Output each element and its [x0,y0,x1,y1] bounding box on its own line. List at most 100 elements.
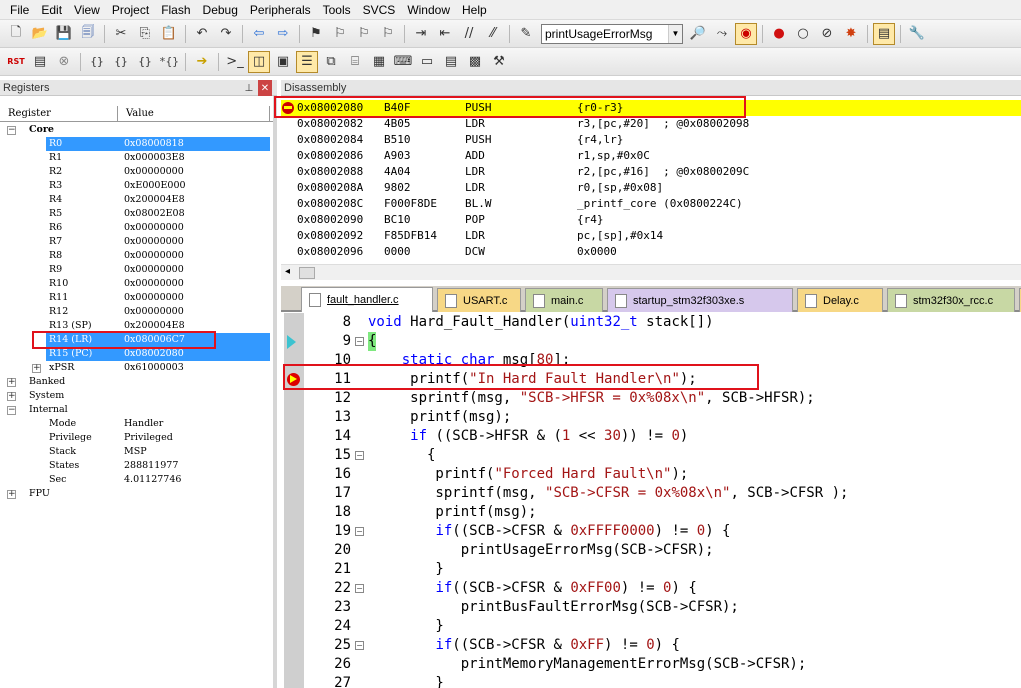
breakpoint-disable-icon[interactable]: ○ [792,23,814,45]
fold-toggle-icon[interactable]: − [355,641,364,650]
registers-window-icon[interactable]: ☰ [296,50,318,73]
expand-icon[interactable]: + [32,364,41,373]
disassembly-hscrollbar[interactable]: ◂ [281,264,1021,280]
code-line[interactable]: 16 printf("Forced Hard Fault\n"); [281,465,1021,484]
stop-icon[interactable]: ⊗ [53,51,75,73]
collapse-icon[interactable]: − [7,406,16,415]
paste-icon[interactable]: 📋 [158,23,180,45]
register-value[interactable]: 0x08002080 [124,347,184,361]
register-value[interactable]: 0x00000000 [124,221,184,235]
register-value[interactable]: 0x000003E8 [124,151,185,165]
show-next-statement-icon[interactable]: ➔ [191,51,213,73]
register-value[interactable]: 0x00000000 [124,249,184,263]
editor-tab[interactable]: fault_handler.c [301,287,433,312]
disassembly-row[interactable]: 0x08002084 B510 PUSH {r4,lr} [281,132,1021,148]
register-row[interactable]: Mode Handler [0,417,273,431]
debug-session-icon[interactable]: ◉ [735,22,757,45]
code-line[interactable]: 23 printBusFaultErrorMsg(SCB->CFSR); [281,598,1021,617]
cut-icon[interactable]: ✂ [110,23,132,45]
register-value[interactable]: Privileged [124,431,173,445]
find-icon[interactable]: 🔎 [687,23,709,45]
code-line[interactable]: 20 printUsageErrorMsg(SCB->CFSR); [281,541,1021,560]
save-icon[interactable]: 💾 [53,23,75,45]
watch-window-icon[interactable]: ⌸ [344,51,366,73]
register-value[interactable]: 0x00000000 [124,277,184,291]
disassembly-row[interactable]: 0x0800208A 9802 LDR r0,[sp,#0x08] [281,180,1021,196]
code-line[interactable]: 21 } [281,560,1021,579]
nav-forward-icon[interactable]: ⇨ [272,23,294,45]
editor-tab[interactable]: USART.c [437,288,521,312]
step-in-icon[interactable]: {} [86,51,108,73]
code-line[interactable]: 8 void Hard_Fault_Handler(uint32_t stack[… [281,313,1021,332]
register-row[interactable]: R3 0xE000E000 [0,179,273,193]
code-line[interactable]: 17 sprintf(msg, "SCB->CFSR = 0x%08x\n", … [281,484,1021,503]
disassembly-window-icon[interactable]: ◫ [248,50,270,73]
register-row[interactable]: R10 0x00000000 [0,277,273,291]
menu-help[interactable]: Help [456,0,493,20]
editor-tab[interactable]: startup_stm32f303xe.s [607,288,793,312]
fold-toggle-icon[interactable]: − [355,337,364,346]
code-line[interactable]: 11 printf("In Hard Fault Handler\n"); [281,370,1021,389]
register-row[interactable]: R12 0x00000000 [0,305,273,319]
value-column-header[interactable]: Value [118,106,270,121]
register-row[interactable]: R0 0x08000818 [0,137,273,151]
register-value[interactable]: 0x00000000 [124,235,184,249]
nav-back-icon[interactable]: ⇦ [248,23,270,45]
register-value[interactable]: 0x00000000 [124,263,184,277]
register-row[interactable]: R15 (PC) 0x08002080 [0,347,273,361]
register-value[interactable]: 0xE000E000 [124,179,186,193]
serial-window-icon[interactable]: ⌨ [392,51,414,73]
register-row[interactable]: R7 0x00000000 [0,235,273,249]
register-value[interactable]: 0x00000000 [124,305,184,319]
comment-icon[interactable]: // [458,23,480,45]
disassembly-row[interactable]: 0x08002090 BC10 POP {r4} [281,212,1021,228]
code-line[interactable]: 9−{ [281,332,1021,351]
scroll-left-icon[interactable]: ◂ [285,266,290,277]
register-value[interactable]: 0x080006C7 [124,333,185,347]
menu-peripherals[interactable]: Peripherals [244,0,317,20]
analysis-window-icon[interactable]: ▭ [416,51,438,73]
breakpoint-disable-all-icon[interactable]: ⊘ [816,23,838,45]
register-value[interactable]: 0x61000003 [124,361,184,375]
menu-edit[interactable]: Edit [35,0,68,20]
indent-icon[interactable]: ⇥ [410,23,432,45]
copy-icon[interactable]: ⎘ [134,23,156,45]
code-line[interactable]: 18 printf(msg); [281,503,1021,522]
register-row[interactable]: − Internal [0,403,273,417]
code-line[interactable]: 12 sprintf(msg, "SCB->HFSR = 0x%08x\n", … [281,389,1021,408]
code-line[interactable]: 13 printf(msg); [281,408,1021,427]
register-value[interactable]: 0x200004E8 [124,319,185,333]
chevron-down-icon[interactable]: ▼ [668,24,682,43]
open-folder-icon[interactable]: 📂 [29,23,51,45]
register-row[interactable]: R11 0x00000000 [0,291,273,305]
save-all-icon[interactable]: 🗐 [77,23,99,45]
collapse-icon[interactable]: − [7,126,16,135]
redo-icon[interactable]: ↷ [215,23,237,45]
bookmark-clear-icon[interactable]: ⚐ [377,23,399,45]
trace-window-icon[interactable]: ▤ [440,51,462,73]
register-row[interactable]: − Core [0,123,273,137]
register-row[interactable]: + FPU [0,487,273,501]
code-line[interactable]: 25− if((SCB->CFSR & 0xFF) != 0) { [281,636,1021,655]
register-value[interactable]: 288811977 [124,459,178,473]
register-row[interactable]: R5 0x08002E08 [0,207,273,221]
expand-icon[interactable]: + [7,378,16,387]
code-line[interactable]: 15− { [281,446,1021,465]
register-row[interactable]: R6 0x00000000 [0,221,273,235]
register-row[interactable]: R4 0x200004E8 [0,193,273,207]
bookmark-icon[interactable]: ⚑ [305,23,327,45]
register-column-header[interactable]: Register [0,106,118,121]
register-value[interactable]: Handler [124,417,163,431]
code-line[interactable]: 19− if((SCB->CFSR & 0xFFFF0000) != 0) { [281,522,1021,541]
disassembly-row[interactable]: 0x08002092 F85DFB14 LDR pc,[sp],#0x14 [281,228,1021,244]
register-row[interactable]: R9 0x00000000 [0,263,273,277]
find-in-files-icon[interactable]: ✎ [515,23,537,45]
register-value[interactable]: 4.01127746 [124,473,181,487]
disassembly-row[interactable]: 0x08002080 B40F PUSH {r0-r3} [281,100,1021,116]
call-stack-icon[interactable]: ⧉ [320,51,342,73]
settings-icon[interactable]: 🔧 [906,23,928,45]
editor-tab[interactable]: stm32f30x_rcc.c [887,288,1015,312]
register-row[interactable]: R2 0x00000000 [0,165,273,179]
editor-tab[interactable]: Delay.c [797,288,883,312]
code-line[interactable]: 24 } [281,617,1021,636]
